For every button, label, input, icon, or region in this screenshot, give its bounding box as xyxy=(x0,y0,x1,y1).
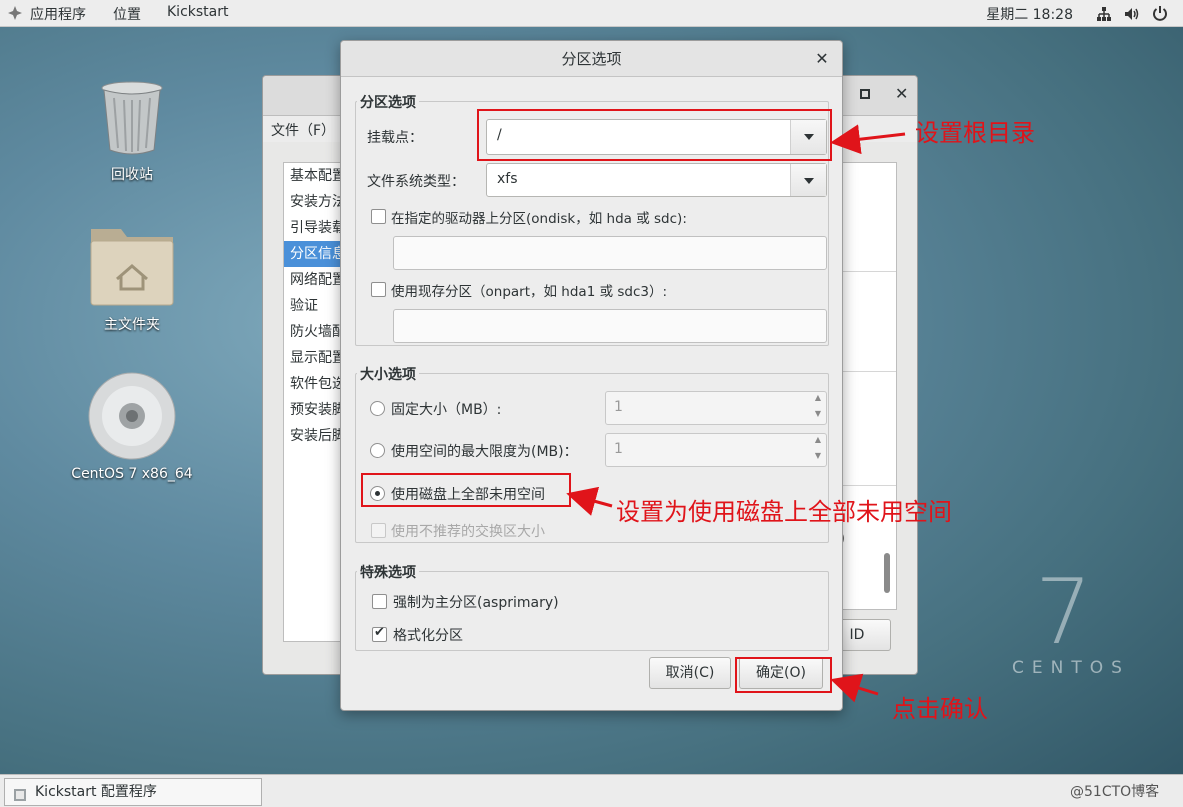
power-icon[interactable] xyxy=(1152,5,1168,25)
format-partition-label[interactable]: 格式化分区 xyxy=(393,625,463,645)
max-size-spinner[interactable]: 1 ▲ ▼ xyxy=(605,433,827,467)
spin-down-icon[interactable]: ▼ xyxy=(812,409,824,423)
special-options-legend: 特殊选项 xyxy=(357,562,419,582)
fs-type-label: 文件系统类型： xyxy=(367,174,465,190)
partial-button-label: ID xyxy=(849,627,865,643)
watermark: @51CTO博客 xyxy=(1070,784,1160,800)
fs-type-combo[interactable]: xfs xyxy=(486,163,827,197)
annotation-set-root: 设置根目录 xyxy=(915,119,1035,147)
dialog-titlebar: 分区选项 xyxy=(341,41,842,77)
taskbar-item-label: Kickstart 配置程序 xyxy=(35,784,157,800)
home-folder-icon[interactable] xyxy=(89,223,175,307)
max-size-radio[interactable] xyxy=(370,443,385,458)
fs-type-value: xfs xyxy=(497,171,518,187)
recommended-swap-label: 使用不推荐的交换区大小 xyxy=(391,524,545,540)
mount-point-label: 挂载点： xyxy=(367,130,423,146)
trash-icon[interactable] xyxy=(100,80,164,155)
onpart-input[interactable] xyxy=(393,309,827,343)
app-icon xyxy=(13,785,27,807)
active-app-menu[interactable]: Kickstart xyxy=(167,4,228,20)
annotation-use-all-space: 设置为使用磁盘上全部未用空间 xyxy=(616,498,952,526)
close-icon[interactable]: ✕ xyxy=(812,49,832,69)
cancel-button[interactable]: 取消(C) xyxy=(649,657,731,689)
annotation-box-mount xyxy=(477,109,832,161)
ondisk-input[interactable] xyxy=(393,236,827,270)
file-menu[interactable]: 文件（F） xyxy=(271,120,335,140)
home-folder-label: 主文件夹 xyxy=(104,317,160,333)
annotation-box-fill xyxy=(361,473,571,507)
recommended-swap-checkbox[interactable] xyxy=(371,523,386,538)
scrollbar-thumb[interactable] xyxy=(884,553,890,593)
annotation-click-ok: 点击确认 xyxy=(892,695,988,723)
format-partition-checkbox[interactable] xyxy=(372,625,387,642)
taskbar-item-kickstart[interactable]: Kickstart 配置程序 xyxy=(4,778,262,806)
top-bar: 应用程序 位置 Kickstart 星期二 18:28 xyxy=(0,0,1183,27)
applications-menu[interactable]: 应用程序 xyxy=(30,4,86,24)
partition-options-legend: 分区选项 xyxy=(357,92,419,112)
cancel-button-label: 取消(C) xyxy=(665,665,715,681)
max-size-label[interactable]: 使用空间的最大限度为(MB)： xyxy=(391,441,578,461)
spin-down-icon[interactable]: ▼ xyxy=(812,451,824,465)
taskbar: Kickstart 配置程序 @51CTO博客 xyxy=(0,774,1183,807)
dvd-icon[interactable] xyxy=(88,372,176,460)
applications-icon[interactable] xyxy=(8,6,22,20)
size-options-legend: 大小选项 xyxy=(357,364,419,384)
spin-up-icon[interactable]: ▲ xyxy=(812,393,824,407)
ondisk-checkbox[interactable] xyxy=(371,209,386,224)
places-menu[interactable]: 位置 xyxy=(113,4,141,24)
dialog-title: 分区选项 xyxy=(561,50,622,68)
network-icon[interactable] xyxy=(1096,6,1112,26)
onpart-label[interactable]: 使用现存分区（onpart，如 hda1 或 sdc3）: xyxy=(391,280,667,300)
centos-brand-number: 7 xyxy=(1035,560,1093,665)
asprimary-label[interactable]: 强制为主分区(asprimary) xyxy=(393,592,559,612)
clock[interactable]: 星期二 18:28 xyxy=(986,4,1073,24)
fixed-size-value: 1 xyxy=(614,399,623,415)
ondisk-label[interactable]: 在指定的驱动器上分区(ondisk，如 hda 或 sdc): xyxy=(391,207,687,227)
asprimary-checkbox[interactable] xyxy=(372,594,387,609)
fixed-size-radio[interactable] xyxy=(370,401,385,416)
trash-label: 回收站 xyxy=(111,167,153,183)
close-icon[interactable]: ✕ xyxy=(895,84,908,103)
centos-brand-text: CENTOS xyxy=(1012,658,1130,678)
maximize-icon[interactable] xyxy=(860,89,870,99)
annotation-box-ok xyxy=(735,657,832,693)
onpart-checkbox[interactable] xyxy=(371,282,386,297)
chevron-down-icon[interactable] xyxy=(790,164,826,196)
dvd-label: CentOS 7 x86_64 xyxy=(71,466,193,482)
fixed-size-spinner[interactable]: 1 ▲ ▼ xyxy=(605,391,827,425)
max-size-value: 1 xyxy=(614,441,623,457)
spin-up-icon[interactable]: ▲ xyxy=(812,435,824,449)
fixed-size-label[interactable]: 固定大小（MB）: xyxy=(391,399,501,419)
volume-icon[interactable] xyxy=(1124,6,1140,26)
